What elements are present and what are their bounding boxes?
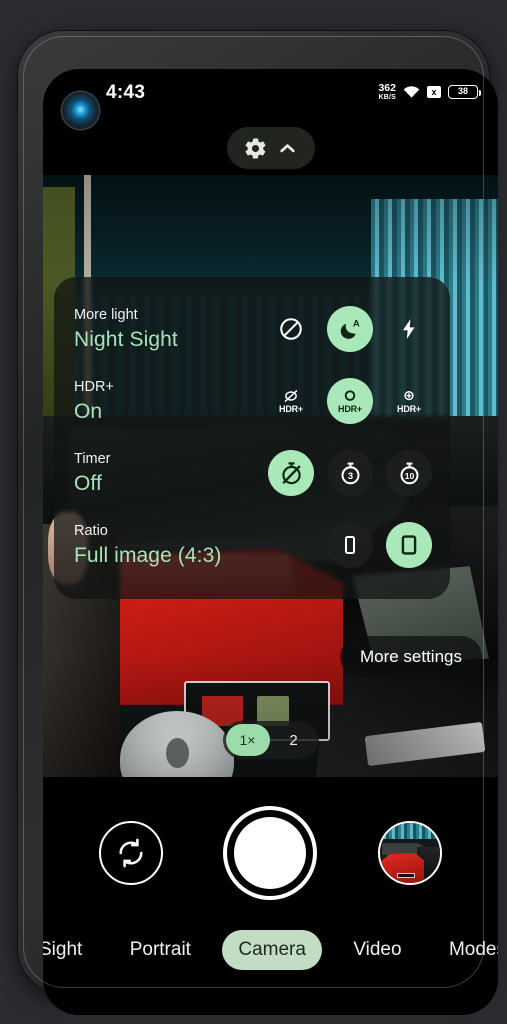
sim-disabled-icon: x bbox=[427, 85, 441, 98]
ratio-16-9-button[interactable] bbox=[327, 522, 373, 568]
status-icons: 362 KB/S x 38 bbox=[378, 83, 481, 101]
hdr-enhanced-icon: HDR+ bbox=[397, 388, 421, 414]
ratio-4-3-button[interactable] bbox=[386, 522, 432, 568]
timer-off-icon bbox=[281, 461, 301, 484]
setting-label-more-light: More light bbox=[74, 306, 138, 323]
hdr-on-button[interactable]: HDR+ bbox=[327, 378, 373, 424]
timer-3-icon: 3 bbox=[341, 462, 359, 484]
network-speed-unit: KB/S bbox=[378, 93, 396, 101]
battery-indicator: 38 bbox=[448, 84, 481, 99]
setting-label-hdr: HDR+ bbox=[74, 378, 114, 395]
quick-settings-panel: More light Night Sight A HDR+ On HDR+ HD… bbox=[54, 277, 450, 599]
gallery-thumbnail-button[interactable] bbox=[377, 821, 442, 885]
timer-10-label: 10 bbox=[404, 471, 414, 481]
hdr-off-label: HDR+ bbox=[279, 404, 303, 414]
shutter-button[interactable] bbox=[223, 806, 318, 900]
camera-mode-tabs: Sight Portrait Camera Video Modes bbox=[43, 927, 498, 973]
setting-row-hdr: HDR+ On HDR+ HDR+ HDR+ bbox=[74, 365, 432, 437]
zoom-selector: 1× 2 bbox=[222, 721, 319, 759]
setting-row-ratio: Ratio Full image (4:3) bbox=[74, 509, 432, 581]
svg-text:A: A bbox=[352, 318, 359, 329]
setting-label-timer: Timer bbox=[74, 450, 111, 467]
mode-tab-camera[interactable]: Camera bbox=[222, 930, 322, 970]
gear-icon[interactable] bbox=[243, 136, 268, 161]
timer-3-label: 3 bbox=[347, 471, 352, 482]
night-sight-off-button[interactable] bbox=[268, 306, 314, 352]
setting-row-timer: Timer Off 3 10 bbox=[74, 437, 432, 509]
setting-value-ratio: Full image (4:3) bbox=[74, 543, 222, 567]
hdr-enhanced-button[interactable]: HDR+ bbox=[386, 378, 432, 424]
hdr-circle-icon bbox=[344, 390, 356, 401]
setting-value-hdr: On bbox=[74, 399, 103, 423]
status-time: 4:43 bbox=[106, 82, 146, 103]
phone-screen: More light Night Sight A HDR+ On HDR+ HD… bbox=[43, 69, 498, 1015]
top-controls-bar bbox=[226, 127, 315, 169]
more-settings-button[interactable]: More settings bbox=[339, 636, 482, 678]
switch-camera-button[interactable] bbox=[99, 821, 164, 885]
hdr-off-button[interactable]: HDR+ bbox=[268, 378, 314, 424]
flash-icon bbox=[403, 319, 415, 339]
ratio-full-icon bbox=[401, 535, 417, 555]
front-camera-punch-hole bbox=[62, 92, 99, 129]
timer-10s-button[interactable]: 10 bbox=[386, 450, 432, 496]
timer-3s-button[interactable]: 3 bbox=[327, 450, 373, 496]
hdr-on-label: HDR+ bbox=[338, 404, 362, 414]
switch-camera-icon bbox=[119, 838, 143, 868]
mode-tab-night-sight[interactable]: Sight bbox=[43, 930, 98, 970]
network-speed-value: 362 bbox=[378, 82, 396, 94]
setting-value-more-light: Night Sight bbox=[74, 327, 178, 351]
bottom-controls-bar: Sight Portrait Camera Video Modes bbox=[43, 777, 498, 1015]
wifi-icon bbox=[403, 86, 420, 98]
mode-tab-portrait[interactable]: Portrait bbox=[114, 930, 207, 970]
zoom-option-2x[interactable]: 2 bbox=[272, 724, 316, 756]
chevron-up-icon[interactable] bbox=[276, 137, 299, 160]
hdr-plus-circle-icon bbox=[404, 391, 414, 401]
no-entry-icon bbox=[280, 318, 302, 340]
zoom-option-1x[interactable]: 1× bbox=[225, 724, 270, 756]
timer-off-button[interactable] bbox=[268, 450, 314, 496]
battery-level: 38 bbox=[457, 86, 468, 97]
network-speed-indicator: 362 KB/S bbox=[378, 83, 396, 101]
night-sight-auto-button[interactable]: A bbox=[327, 306, 373, 352]
phone-frame: More light Night Sight A HDR+ On HDR+ HD… bbox=[17, 30, 498, 1015]
mode-tab-video[interactable]: Video bbox=[337, 930, 417, 970]
setting-label-ratio: Ratio bbox=[74, 522, 108, 539]
hdr-off-icon: HDR+ bbox=[279, 388, 303, 414]
setting-row-more-light: More light Night Sight A bbox=[74, 293, 432, 365]
camera-viewfinder[interactable]: More light Night Sight A HDR+ On HDR+ HD… bbox=[43, 175, 498, 777]
hdr-enhanced-label: HDR+ bbox=[397, 404, 421, 414]
hdr-slash-icon bbox=[284, 389, 298, 403]
mode-tab-modes[interactable]: Modes bbox=[433, 930, 498, 970]
ratio-tall-icon bbox=[345, 536, 355, 554]
flash-button[interactable] bbox=[386, 306, 432, 352]
setting-value-timer: Off bbox=[74, 471, 102, 495]
timer-10-icon: 10 bbox=[400, 462, 418, 484]
shutter-row bbox=[43, 801, 498, 905]
hdr-on-icon: HDR+ bbox=[338, 388, 362, 414]
moon-auto-icon: A bbox=[340, 318, 359, 339]
status-bar: 4:43 362 KB/S x 38 bbox=[43, 69, 498, 121]
